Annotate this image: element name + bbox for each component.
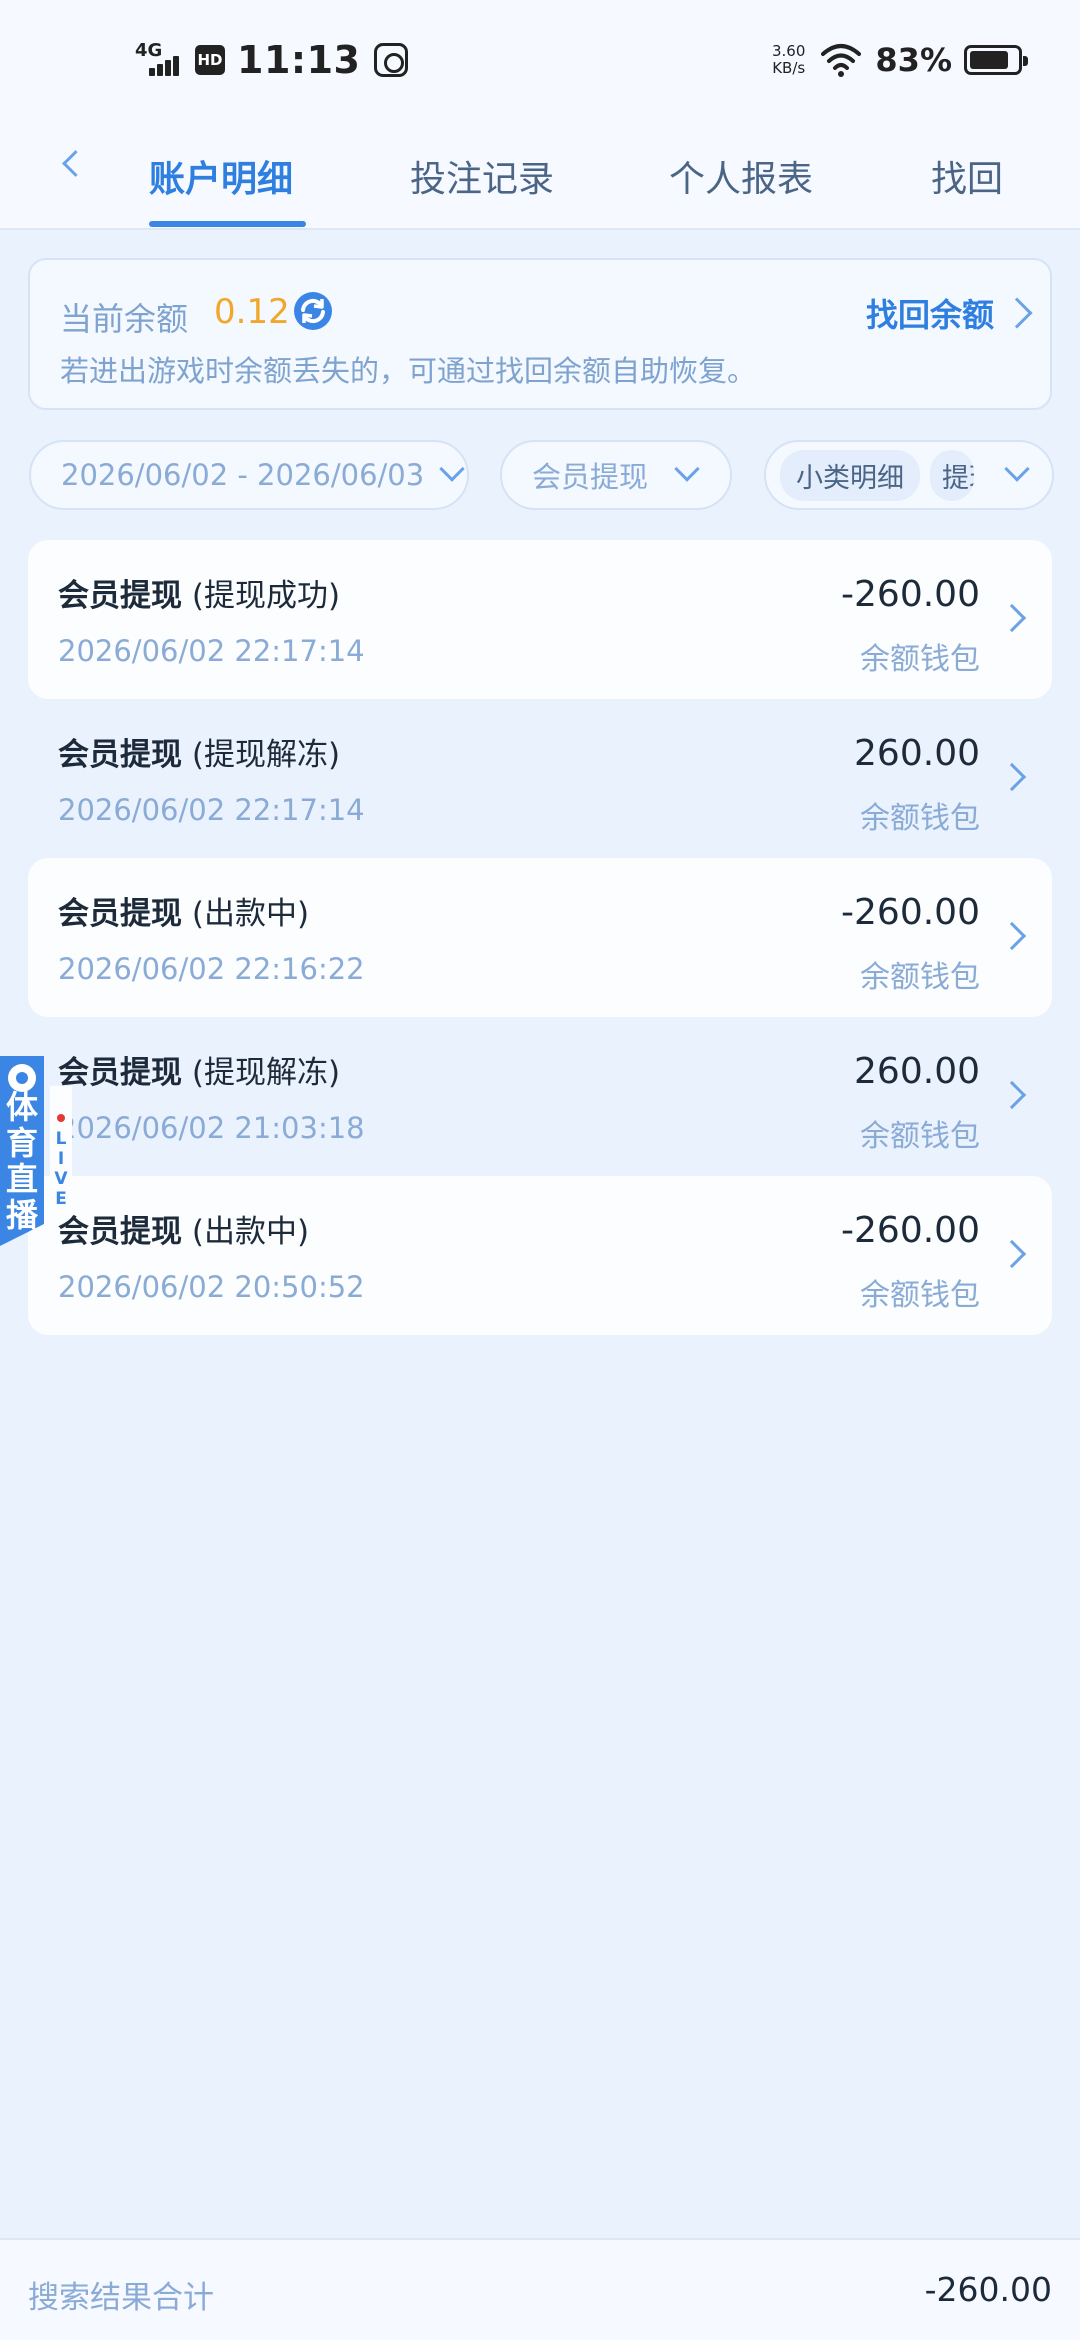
transaction-status: (提现成功) (191, 578, 341, 614)
transaction-amount: -260.00 (841, 892, 980, 933)
tab-personal-report[interactable]: 个人报表 (669, 150, 813, 202)
chevron-down-icon (674, 456, 700, 482)
live-badge-char: 体 (6, 1088, 38, 1126)
live-badge-char: 播 (6, 1196, 39, 1234)
recover-balance-button[interactable]: 找回余额 (865, 290, 1033, 336)
search-total-label: 搜索结果合计 (28, 2280, 214, 2316)
subcategory-chip-selected[interactable]: 提现 (930, 449, 974, 501)
balance-value: 0.12 (214, 292, 290, 332)
transaction-row[interactable]: 会员提现 (提现解冻) 2026/06/02 21:03:18 260.00 余… (28, 1017, 1052, 1176)
transaction-status: (提现解冻) (191, 1055, 341, 1091)
transaction-title: 会员提现 (出款中) (58, 888, 309, 933)
transaction-type: 会员提现 (58, 1055, 182, 1091)
transaction-wallet: 余额钱包 (860, 801, 980, 836)
sports-live-badge[interactable]: 体 育 直 播 L I V E (0, 1056, 72, 1246)
live-badge-char: 育 (6, 1124, 38, 1162)
transaction-type: 会员提现 (58, 578, 182, 614)
transaction-amount: 260.00 (854, 1051, 980, 1092)
live-badge-char: 直 (6, 1160, 38, 1198)
subcategory-chip[interactable]: 小类明细 (780, 449, 920, 501)
network-speed: 3.60 KB/s (772, 43, 805, 77)
battery-icon (964, 45, 1028, 75)
transaction-title: 会员提现 (提现解冻) (58, 729, 340, 774)
signal-icon: 4G (135, 40, 183, 80)
chevron-down-icon (439, 456, 465, 482)
transaction-row[interactable]: 会员提现 (提现解冻) 2026/06/02 22:17:14 260.00 余… (28, 699, 1052, 858)
refresh-icon[interactable] (292, 290, 334, 332)
chevron-down-icon (1004, 456, 1030, 482)
filter-row: 2026/06/02 - 2026/06/03 会员提现 小类明细 提现 (0, 438, 1080, 514)
transaction-status: (提现解冻) (191, 737, 341, 773)
clock: 11:13 (237, 38, 361, 82)
svg-text:V: V (54, 1169, 68, 1189)
transaction-amount: 260.00 (854, 733, 980, 774)
date-range-value: 2026/06/02 - 2026/06/03 (61, 458, 425, 492)
transaction-list: 会员提现 (提现成功) 2026/06/02 22:17:14 -260.00 … (28, 540, 1052, 1335)
balance-card: 当前余额 0.12 找回余额 若进出游戏时余额丢失的，可通过找回余额自助恢复。 (28, 258, 1052, 410)
search-total-value: -260.00 (924, 2270, 1052, 2309)
app-notification-icon (374, 43, 409, 77)
tab-bet-records[interactable]: 投注记录 (410, 150, 554, 202)
chevron-right-icon (997, 1239, 1027, 1269)
transaction-type: 会员提现 (58, 896, 182, 932)
transaction-row[interactable]: 会员提现 (出款中) 2026/06/02 20:50:52 -260.00 余… (28, 1176, 1052, 1335)
type-value: 会员提现 (532, 460, 649, 494)
svg-text:E: E (55, 1189, 67, 1209)
transaction-title: 会员提现 (提现解冻) (58, 1047, 340, 1092)
tab-recover[interactable]: 找回 (931, 150, 1003, 202)
battery-percent: 83% (875, 41, 952, 79)
transaction-type: 会员提现 (58, 737, 182, 773)
speed-unit: KB/s (772, 59, 806, 77)
transaction-wallet: 余额钱包 (860, 1119, 980, 1154)
chevron-right-icon (997, 1080, 1027, 1110)
chevron-right-icon (997, 603, 1027, 633)
chevron-right-icon (997, 762, 1027, 792)
transaction-wallet: 余额钱包 (860, 1278, 980, 1313)
transaction-status: (出款中) (191, 1214, 310, 1250)
transaction-amount: -260.00 (841, 574, 980, 615)
transaction-row[interactable]: 会员提现 (出款中) 2026/06/02 22:16:22 -260.00 余… (28, 858, 1052, 1017)
status-bar: 4G HD 11:13 3.60 KB/s 83% (0, 0, 1080, 120)
hd-icon: HD (195, 45, 225, 75)
transaction-status: (出款中) (191, 896, 310, 932)
back-arrow-icon[interactable] (52, 144, 92, 184)
date-range-filter[interactable]: 2026/06/02 - 2026/06/03 (29, 440, 469, 510)
network-type: 4G (135, 40, 163, 61)
transaction-amount: -260.00 (841, 1210, 980, 1251)
transaction-title: 会员提现 (提现成功) (58, 570, 340, 615)
type-filter[interactable]: 会员提现 (500, 440, 732, 510)
transaction-datetime: 2026/06/02 22:16:22 (58, 952, 365, 986)
speed-value: 3.60 (772, 42, 806, 60)
transaction-row[interactable]: 会员提现 (提现成功) 2026/06/02 22:17:14 -260.00 … (28, 540, 1052, 699)
wifi-icon (821, 44, 862, 77)
chevron-right-icon (1001, 297, 1033, 329)
transaction-datetime: 2026/06/02 20:50:52 (58, 1270, 365, 1304)
transaction-type: 会员提现 (58, 1214, 182, 1250)
active-tab-indicator (149, 221, 306, 227)
subcategory-filter[interactable]: 小类明细 提现 (764, 440, 1054, 510)
balance-tip: 若进出游戏时余额丢失的，可通过找回余额自助恢复。 (60, 354, 757, 388)
transaction-wallet: 余额钱包 (860, 960, 980, 995)
transaction-datetime: 2026/06/02 22:17:14 (58, 793, 365, 827)
svg-text:L: L (56, 1129, 67, 1149)
recover-balance-label: 找回余额 (865, 296, 994, 334)
tab-bar: 账户明细 投注记录 个人报表 找回 (0, 120, 1080, 230)
search-summary-footer: 搜索结果合计 -260.00 (0, 2238, 1080, 2340)
transaction-title: 会员提现 (出款中) (58, 1206, 309, 1251)
transaction-wallet: 余额钱包 (860, 642, 980, 677)
balance-label: 当前余额 (60, 300, 189, 338)
chevron-right-icon (997, 921, 1027, 951)
svg-text:I: I (58, 1149, 64, 1169)
tab-account-details[interactable]: 账户明细 (149, 150, 293, 202)
transaction-datetime: 2026/06/02 21:03:18 (58, 1111, 365, 1145)
transaction-datetime: 2026/06/02 22:17:14 (58, 634, 365, 668)
